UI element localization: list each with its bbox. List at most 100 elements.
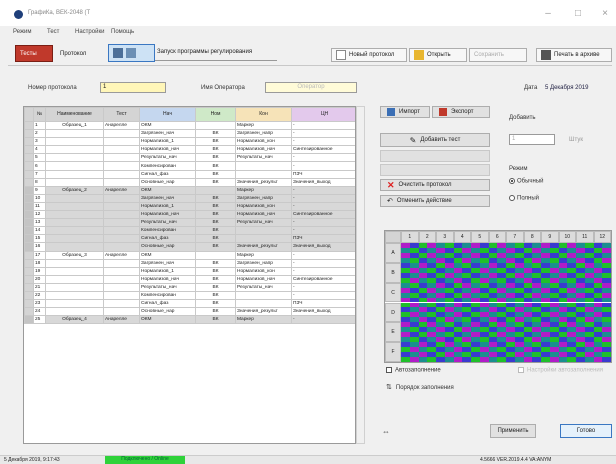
plate-well[interactable] [506, 357, 515, 362]
nom-cell[interactable] [195, 185, 236, 195]
nom-cell[interactable]: ВК [195, 153, 236, 163]
row-header-cell[interactable] [24, 193, 34, 203]
row-number-cell[interactable]: 11 [33, 201, 46, 212]
row-header-cell[interactable] [24, 201, 34, 212]
end-cell[interactable]: Нормализов_нач [235, 274, 292, 284]
map-row-header[interactable]: F [385, 342, 401, 362]
sample-name-cell[interactable] [45, 145, 104, 155]
map-col-header[interactable]: 9 [541, 231, 559, 243]
row-header-cell[interactable] [24, 242, 34, 252]
plate-well[interactable] [497, 357, 506, 362]
sample-name-cell[interactable] [45, 153, 104, 163]
add-test-button[interactable]: ✎ Добавить тест [380, 133, 490, 147]
row-number-cell[interactable]: 6 [33, 161, 46, 171]
sample-name-cell[interactable] [45, 169, 104, 179]
row-header-cell[interactable] [24, 315, 34, 325]
nom-cell[interactable]: ВК [195, 129, 236, 139]
sample-name-cell[interactable] [45, 193, 104, 203]
test-type-cell[interactable]: Анарелле [103, 250, 140, 260]
test-type-cell[interactable] [103, 218, 140, 228]
add-count-field[interactable]: 1 [509, 134, 555, 145]
test-type-cell[interactable] [103, 210, 140, 220]
end-cell[interactable]: Нормализов_нач [235, 210, 292, 220]
row-header-cell[interactable] [24, 137, 34, 147]
cn-cell[interactable]: - [291, 290, 355, 301]
row-number-cell[interactable]: 15 [33, 234, 46, 244]
sample-name-cell[interactable] [45, 234, 104, 244]
plate-well[interactable] [523, 357, 533, 362]
menu-settings[interactable]: Настройки [75, 29, 104, 35]
nom-cell[interactable]: ВК [195, 161, 236, 171]
cn-cell[interactable]: - [291, 161, 355, 171]
row-number-cell[interactable]: 20 [33, 274, 46, 284]
end-cell[interactable]: Значения_результ [235, 307, 292, 317]
table-row[interactable]: 7 Сигнал_фаз ВК ПЗЧ [24, 169, 355, 179]
end-cell[interactable] [235, 290, 292, 301]
nom-cell[interactable]: ВК [195, 274, 236, 284]
tests-button[interactable]: Тесты [15, 45, 53, 62]
import-button[interactable]: Импорт [380, 106, 430, 118]
start-cell[interactable]: Результаты_нач [139, 153, 196, 163]
col-header-name[interactable]: Наименование [45, 107, 104, 122]
plate-well[interactable] [462, 357, 471, 362]
table-row[interactable]: 18 Загрязнен_нач ВК Загрязнен_напр - [24, 258, 355, 268]
menu-mode[interactable]: Режим [13, 29, 32, 35]
start-cell[interactable]: ОКМ [139, 250, 196, 260]
cn-cell[interactable]: ПЗЧ [291, 299, 355, 309]
test-type-cell[interactable] [103, 242, 140, 252]
sample-name-cell[interactable] [45, 290, 104, 301]
cn-cell[interactable]: Синтезированное [291, 274, 355, 284]
end-cell[interactable]: Результаты_нач [235, 153, 292, 163]
row-header-cell[interactable] [24, 218, 34, 228]
map-col-header[interactable]: 10 [558, 231, 576, 243]
save-button[interactable]: Сохранить [469, 48, 527, 62]
maximize-icon[interactable]: □ [568, 8, 588, 19]
cn-cell[interactable]: - [291, 193, 355, 203]
sample-name-cell[interactable] [45, 226, 104, 236]
plate-well[interactable] [576, 357, 585, 362]
test-type-cell[interactable] [103, 161, 140, 171]
table-row[interactable]: 8 Основные_нар ВК Значения_результ Значения_… [24, 177, 355, 187]
clear-protocol-button[interactable]: ✕ Очистить протокол [380, 179, 490, 191]
plate-well[interactable] [567, 357, 576, 362]
col-header-start[interactable]: Нач [139, 107, 196, 122]
plate-well[interactable] [514, 357, 524, 362]
nom-cell[interactable]: ВК [195, 145, 236, 155]
table-row[interactable]: 11 Нормализов_1 ВК Нормализов_кон - [24, 201, 355, 212]
table-row[interactable]: 24 Основные_нар ВК Значения_результ Значения… [24, 307, 355, 317]
test-type-cell[interactable] [103, 153, 140, 163]
start-cell[interactable]: Компенсирован [139, 226, 196, 236]
start-cell[interactable]: Основные_нар [139, 242, 196, 252]
sample-name-cell[interactable]: Образец_4 [45, 315, 104, 325]
sample-name-cell[interactable] [45, 274, 104, 284]
plate-well[interactable] [453, 357, 463, 362]
sample-name-cell[interactable] [45, 210, 104, 220]
test-type-cell[interactable] [103, 290, 140, 301]
mode-normal-radio[interactable]: Обычный [509, 178, 544, 185]
menu-help[interactable]: Помощь [111, 29, 134, 35]
cn-cell[interactable]: - [291, 201, 355, 212]
protocol-button[interactable]: Протокол [56, 45, 90, 62]
map-row-header[interactable]: C [385, 282, 401, 303]
row-header-cell[interactable] [24, 153, 34, 163]
col-header-end[interactable]: Кон [235, 107, 292, 122]
sample-name-cell[interactable]: Образец_3 [45, 250, 104, 260]
end-cell[interactable] [235, 161, 292, 171]
row-header-cell[interactable] [24, 226, 34, 236]
row-header-cell[interactable] [24, 282, 34, 292]
end-cell[interactable]: Загрязнен_напр [235, 193, 292, 203]
plate-well[interactable] [558, 357, 568, 362]
test-type-cell[interactable] [103, 177, 140, 187]
table-row[interactable]: 6 Компенсирован ВК - [24, 161, 355, 171]
plate-well[interactable] [409, 357, 419, 362]
row-header-cell[interactable] [24, 290, 34, 301]
cn-cell[interactable]: - [291, 153, 355, 163]
col-header-nom[interactable]: Ном [195, 107, 236, 122]
plate-well[interactable] [444, 357, 454, 362]
end-cell[interactable] [235, 234, 292, 244]
end-cell[interactable]: Маркер [235, 315, 292, 325]
row-number-cell[interactable]: 3 [33, 137, 46, 147]
table-row[interactable]: 12 Нормализов_нач ВК Нормализов_нач Синтезир… [24, 210, 355, 220]
protocol-number-field[interactable]: 1 [100, 82, 166, 93]
cn-cell[interactable]: - [291, 218, 355, 228]
